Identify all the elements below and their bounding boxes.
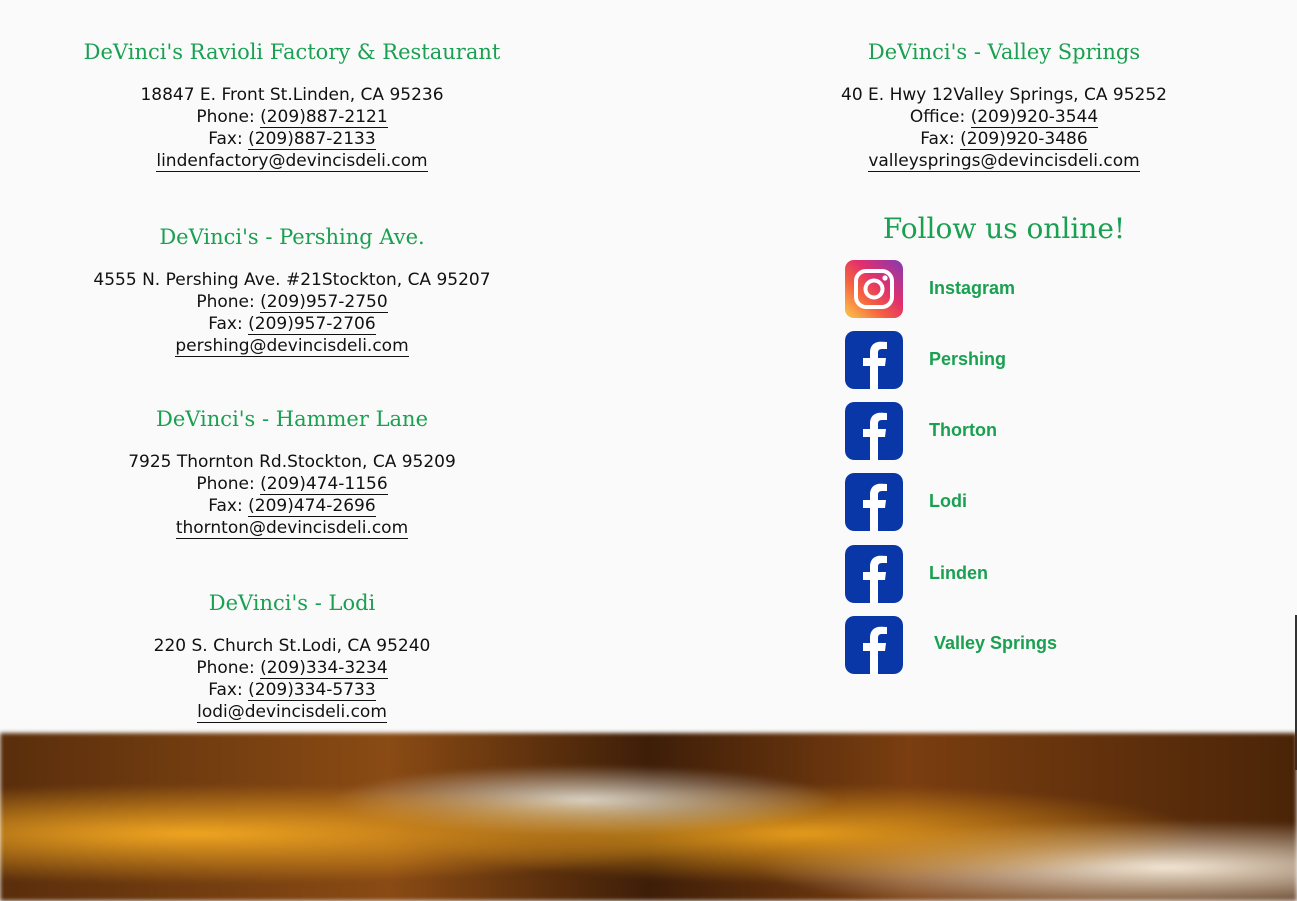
location-address: 4555 N. Pershing Ave. #21Stockton, CA 95… [93, 270, 491, 290]
location-address: 18847 E. Front St.Linden, CA 95236 [140, 85, 444, 105]
location-valley-springs: DeVinci's - Valley Springs 40 E. Hwy 12V… [710, 40, 1297, 172]
instagram-icon[interactable] [845, 260, 903, 318]
fax-line: Fax: (209)920-3486 [710, 128, 1297, 150]
facebook-icon[interactable] [845, 616, 903, 674]
phone-line: Phone: (209)887-2121 [0, 106, 584, 128]
fax-link[interactable]: (209)957-2706 [248, 314, 376, 335]
facebook-valley-springs-label[interactable]: Valley Springs [934, 633, 1057, 654]
phone-link[interactable]: (209)887-2121 [260, 107, 388, 128]
phone-label: Phone: [196, 658, 261, 678]
facebook-lodi-label[interactable]: Lodi [929, 491, 967, 512]
location-hammer-lane: DeVinci's - Hammer Lane 7925 Thornton Rd… [0, 407, 584, 539]
fax-link[interactable]: (209)334-5733 [248, 680, 376, 701]
fax-line: Fax: (209)957-2706 [0, 313, 584, 335]
office-phone-link[interactable]: (209)920-3544 [970, 107, 1099, 128]
phone-line: Phone: (209)474-1156 [0, 473, 584, 495]
phone-link[interactable]: (209)334-3234 [260, 658, 388, 679]
location-title: DeVinci's - Hammer Lane [156, 407, 428, 431]
fax-link[interactable]: (209)474-2696 [248, 496, 376, 517]
social-link-valley-springs[interactable]: Valley Springs [845, 616, 1245, 676]
email-link[interactable]: valleysprings@devincisdeli.com [868, 151, 1140, 172]
fax-line: Fax: (209)887-2133 [0, 128, 584, 150]
location-address: 220 S. Church St.Lodi, CA 95240 [153, 636, 431, 656]
facebook-thorton-label[interactable]: Thorton [929, 420, 997, 441]
email-link[interactable]: lindenfactory@devincisdeli.com [156, 151, 428, 172]
office-line: Office: (209)920-3544 [710, 106, 1297, 128]
fax-label: Fax: [208, 129, 249, 149]
social-link-thorton[interactable]: Thorton [845, 402, 1245, 462]
facebook-pershing-label[interactable]: Pershing [929, 349, 1006, 370]
location-title: DeVinci's - Lodi [208, 591, 376, 615]
office-label: Office: [909, 107, 971, 127]
email-link[interactable]: thornton@devincisdeli.com [175, 518, 409, 539]
location-linden: DeVinci's Ravioli Factory & Restaurant 1… [0, 40, 584, 172]
instagram-link-label[interactable]: Instagram [929, 278, 1015, 299]
social-link-linden[interactable]: Linden [845, 545, 1245, 605]
follow-us-heading: Follow us online! [882, 212, 1126, 245]
fax-line: Fax: (209)334-5733 [0, 679, 584, 701]
social-link-pershing[interactable]: Pershing [845, 331, 1245, 391]
social-link-lodi[interactable]: Lodi [845, 473, 1245, 533]
email-link[interactable]: pershing@devincisdeli.com [175, 336, 409, 357]
facebook-icon[interactable] [845, 331, 903, 389]
facebook-icon[interactable] [845, 402, 903, 460]
phone-label: Phone: [196, 107, 261, 127]
fax-link[interactable]: (209)920-3486 [960, 129, 1088, 150]
fax-label: Fax: [208, 496, 249, 516]
hero-background-image [0, 733, 1297, 901]
location-address: 7925 Thornton Rd.Stockton, CA 95209 [128, 452, 456, 472]
facebook-icon[interactable] [845, 473, 903, 531]
phone-label: Phone: [196, 474, 261, 494]
location-lodi: DeVinci's - Lodi 220 S. Church St.Lodi, … [0, 591, 584, 723]
location-pershing: DeVinci's - Pershing Ave. 4555 N. Pershi… [0, 225, 584, 357]
social-link-instagram[interactable]: Instagram [845, 260, 1245, 320]
email-link[interactable]: lodi@devincisdeli.com [197, 702, 387, 723]
fax-line: Fax: (209)474-2696 [0, 495, 584, 517]
location-title: DeVinci's Ravioli Factory & Restaurant [83, 40, 501, 64]
fax-label: Fax: [208, 680, 249, 700]
location-title: DeVinci's - Pershing Ave. [159, 225, 425, 249]
phone-line: Phone: (209)334-3234 [0, 657, 584, 679]
fax-label: Fax: [208, 314, 249, 334]
fax-label: Fax: [920, 129, 961, 149]
location-address: 40 E. Hwy 12Valley Springs, CA 95252 [841, 85, 1167, 105]
phone-link[interactable]: (209)474-1156 [260, 474, 388, 495]
location-title: DeVinci's - Valley Springs [867, 40, 1141, 64]
facebook-icon[interactable] [845, 545, 903, 603]
phone-label: Phone: [196, 292, 261, 312]
facebook-linden-label[interactable]: Linden [929, 563, 988, 584]
phone-line: Phone: (209)957-2750 [0, 291, 584, 313]
phone-link[interactable]: (209)957-2750 [260, 292, 388, 313]
fax-link[interactable]: (209)887-2133 [248, 129, 376, 150]
